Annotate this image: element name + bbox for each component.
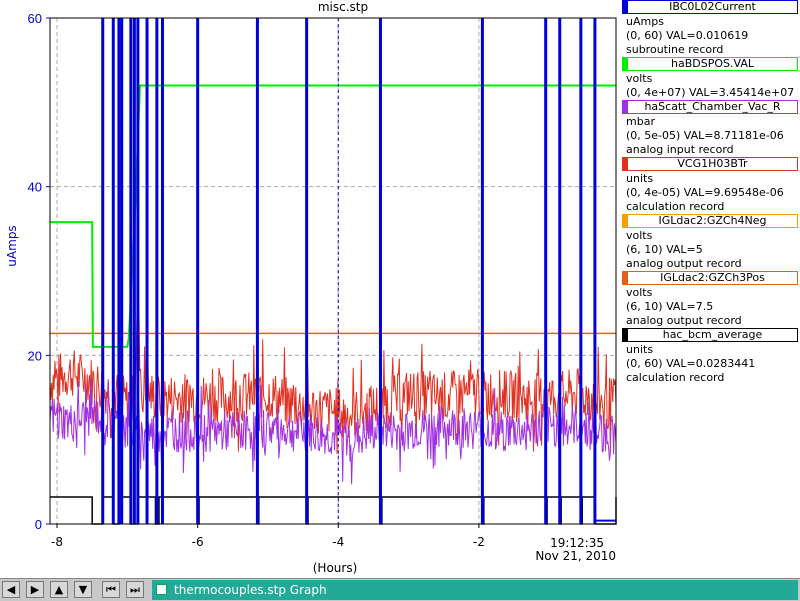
legend-entry-title[interactable]: IGLdac2:GZCh4Neg: [622, 214, 798, 228]
legend-entry-unit: uAmps: [626, 15, 664, 28]
legend-entry-unit: units: [626, 172, 654, 185]
legend-entry-title[interactable]: IGLdac2:GZCh3Pos: [622, 271, 798, 285]
legend-entry-type: subroutine record: [626, 43, 724, 56]
x-tick-label: -8: [51, 535, 63, 549]
scroll-up-button[interactable]: ▲: [50, 581, 68, 598]
y-tick-label: 40: [28, 180, 42, 195]
legend-entry-title[interactable]: haBDSPOS.VAL: [622, 57, 798, 71]
legend-entry-type: analog input record: [626, 143, 734, 156]
legend-entry-title[interactable]: haScatt_Chamber_Vac_R: [622, 100, 798, 114]
window-icon: [156, 584, 167, 595]
legend-entry-type: calculation record: [626, 200, 725, 213]
x-tick-label: -6: [192, 535, 204, 549]
legend: IBC0L02Current uAmps (0, 60) VAL=0.010619 s…: [620, 0, 800, 384]
x-axis-label: (Hours): [313, 561, 358, 575]
zoom-out-button[interactable]: ⏭: [126, 581, 144, 598]
zoom-in-button[interactable]: ⏮: [102, 581, 120, 598]
chart-title: misc.stp: [318, 0, 368, 14]
taskbar: ◀ ▶ ▲ ▼ ⏮ ⏭ thermocouples.stp Graph: [0, 578, 800, 601]
y-axis-label: uAmps: [5, 225, 19, 266]
legend-entry-range: (6, 10) VAL=5: [626, 243, 703, 256]
legend-entry-range: (0, 60) VAL=0.010619: [626, 29, 749, 42]
legend-entry-range: (0, 5e-05) VAL=8.71181e-06: [626, 129, 784, 142]
legend-entry-unit: volts: [626, 72, 653, 85]
legend-entry-type: analog output record: [626, 257, 742, 270]
taskbar-task[interactable]: thermocouples.stp Graph: [152, 580, 798, 600]
chart-area: 0 20 40 60 -8 -6 -4 -2 misc.stp (Hours) uAmps 19:12…: [5, 0, 617, 575]
scroll-right-button[interactable]: ▶: [26, 581, 44, 598]
legend-entry-title[interactable]: hac_bcm_average: [622, 328, 798, 342]
legend-entry-type: calculation record: [626, 371, 725, 384]
scroll-down-button[interactable]: ▼: [74, 581, 92, 598]
y-tick-label: 0: [35, 517, 42, 532]
legend-entry-range: (6, 10) VAL=7.5: [626, 300, 714, 313]
legend-entry-title[interactable]: VCG1H03BTr: [622, 157, 798, 171]
x-tick-label: -2: [473, 535, 485, 549]
legend-entry-unit: volts: [626, 229, 653, 242]
legend-entry-unit: mbar: [626, 115, 655, 128]
legend-entry-title[interactable]: IBC0L02Current: [622, 0, 798, 14]
legend-entry-unit: units: [626, 343, 654, 356]
legend-entry-range: (0, 4e-05) VAL=9.69548e-06: [626, 186, 784, 199]
date-label: Nov 21, 2010: [535, 549, 616, 563]
legend-entry-unit: volts: [626, 286, 653, 299]
x-tick-label: -4: [332, 535, 344, 549]
legend-entry-type: analog output record: [626, 314, 742, 327]
scroll-left-button[interactable]: ◀: [2, 581, 20, 598]
y-tick-label: 20: [28, 348, 42, 363]
legend-entry-range: (0, 60) VAL=0.0283441: [626, 357, 756, 370]
time-label: 19:12:35: [550, 536, 604, 550]
task-label: thermocouples.stp Graph: [174, 583, 327, 597]
legend-entry-range: (0, 4e+07) VAL=3.45414e+07: [626, 86, 795, 99]
y-tick-label: 60: [28, 11, 42, 26]
